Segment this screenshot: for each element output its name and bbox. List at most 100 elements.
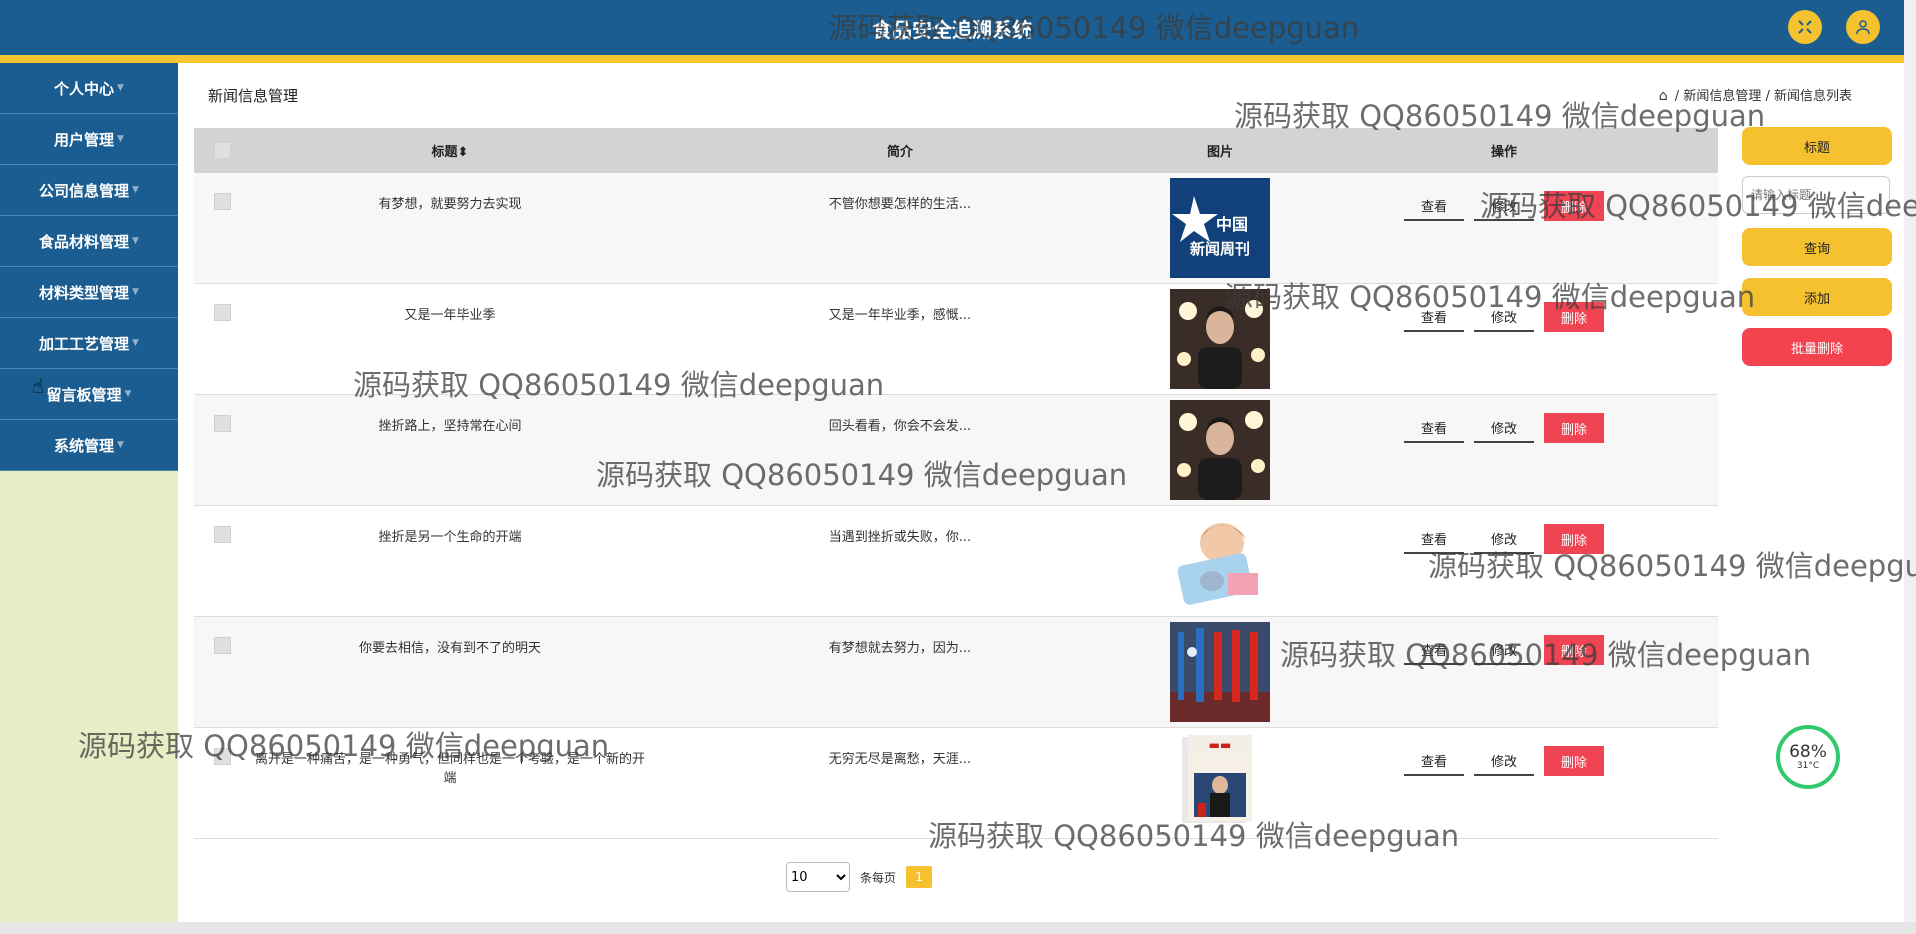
logo-line2: 新闻周刊 <box>1190 240 1250 258</box>
row-title: 有梦想，就要努力去实现 <box>378 197 522 212</box>
row-intro: 无穷无尽是离愁，天涯... <box>828 752 972 767</box>
chevron-down-icon: ▼ <box>117 134 124 144</box>
main-content: 新闻信息管理 ⌂ / 新闻信息管理 / 新闻信息列表 标题⬍ 简介 图片 操作 … <box>178 63 1904 934</box>
chevron-down-icon: ▼ <box>117 83 124 93</box>
sidebar-item-food-materials[interactable]: 食品材料管理 ▼ <box>0 216 178 267</box>
sidebar-item-user-management[interactable]: 用户管理 ▼ <box>0 114 178 165</box>
row-checkbox[interactable] <box>213 304 231 321</box>
chevron-down-icon: ▼ <box>124 389 132 399</box>
sidebar-item-message-board[interactable]: 留言板管理 ▼ <box>0 369 178 420</box>
row-checkbox[interactable] <box>213 748 231 765</box>
table-row: 挫折路上，坚持常在心间 回头看看，你会不会发... 查看 修改 删除 <box>194 395 1718 506</box>
news-image[interactable]: 中国新闻周刊 <box>1170 178 1270 278</box>
sidebar-item-material-types[interactable]: 材料类型管理 ▼ <box>0 267 178 318</box>
add-button[interactable]: 添加 <box>1742 278 1892 316</box>
column-header-ops: 操作 <box>1490 145 1517 160</box>
app-title: 食品安全追溯系统 <box>872 18 1032 42</box>
sidebar-item-label: 用户管理 <box>54 130 115 149</box>
query-button[interactable]: 查询 <box>1742 228 1892 266</box>
chevron-down-icon: ▼ <box>117 440 124 450</box>
view-button[interactable]: 查看 <box>1404 413 1464 443</box>
pagination: 10 条每页 1 <box>786 862 933 892</box>
edit-button[interactable]: 修改 <box>1474 413 1534 443</box>
sidebar-item-label: 食品材料管理 <box>39 232 130 251</box>
sidebar-item-label: 加工工艺管理 <box>39 334 130 353</box>
row-checkbox[interactable] <box>213 193 231 210</box>
view-button[interactable]: 查看 <box>1404 524 1464 554</box>
user-icon <box>1856 20 1870 35</box>
table-row: 有梦想，就要努力去实现 不管你想要怎样的生活... 中国新闻周刊 查看 修改 删… <box>194 173 1718 284</box>
chevron-down-icon: ▼ <box>132 338 139 348</box>
horizontal-scrollbar[interactable] <box>0 922 1916 934</box>
delete-button[interactable]: 删除 <box>1544 746 1604 776</box>
page-title: 新闻信息管理 <box>208 87 299 105</box>
chevron-down-icon: ▼ <box>132 287 139 297</box>
delete-button[interactable]: 删除 <box>1544 191 1604 221</box>
delete-button[interactable]: 删除 <box>1544 635 1604 665</box>
select-all-checkbox[interactable] <box>213 142 231 159</box>
table-row: 你要去相信，没有到不了的明天 有梦想就去努力，因为... 查看 修改 删除 <box>194 617 1718 728</box>
news-image[interactable]: ▬▬ <box>1170 733 1270 833</box>
page-number-button[interactable]: 1 <box>906 866 933 888</box>
search-input[interactable] <box>1742 176 1890 214</box>
per-page-label: 条每页 <box>860 870 897 885</box>
edit-button[interactable]: 修改 <box>1474 302 1534 332</box>
fullscreen-icon <box>1798 20 1812 34</box>
sidebar-item-processing[interactable]: 加工工艺管理 ▼ <box>0 318 178 369</box>
row-checkbox[interactable] <box>213 637 231 654</box>
row-title: 你要去相信，没有到不了的明天 <box>358 641 541 656</box>
edit-button[interactable]: 修改 <box>1474 635 1534 665</box>
gauge-percent: 68% <box>1789 742 1827 762</box>
mouse-cursor-icon: ☝ <box>32 374 45 398</box>
table-row: 又是一年毕业季 又是一年毕业季，感慨... 查看 修改 删除 <box>194 284 1718 395</box>
title-filter-button[interactable]: 标题 <box>1742 127 1892 165</box>
sidebar-item-company-info[interactable]: 公司信息管理 ▼ <box>0 165 178 216</box>
sidebar-item-label: 个人中心 <box>54 79 115 98</box>
sidebar-item-label: 材料类型管理 <box>39 283 130 302</box>
row-title: 挫折是另一个生命的开端 <box>378 530 522 545</box>
sidebar-item-label: 留言板管理 <box>46 385 122 404</box>
fullscreen-button[interactable] <box>1788 10 1822 44</box>
table-header: 标题⬍ 简介 图片 操作 <box>194 128 1718 173</box>
sidebar: 个人中心 ▼ 用户管理 ▼ 公司信息管理 ▼ 食品材料管理 ▼ 材料类型管理 ▼ 加工工艺… <box>0 63 178 934</box>
performance-gauge[interactable]: 68% 31°C <box>1776 725 1840 789</box>
delete-button[interactable]: 删除 <box>1544 524 1604 554</box>
edit-button[interactable]: 修改 <box>1474 524 1534 554</box>
row-title: 挫折路上，坚持常在心间 <box>378 419 522 434</box>
row-intro: 回头看看，你会不会发... <box>828 419 972 434</box>
sort-icon[interactable]: ⬍ <box>458 145 469 160</box>
view-button[interactable]: 查看 <box>1404 746 1464 776</box>
user-button[interactable] <box>1846 10 1880 44</box>
view-button[interactable]: 查看 <box>1404 191 1464 221</box>
sidebar-item-label: 系统管理 <box>54 436 115 455</box>
vertical-scrollbar[interactable] <box>1904 0 1916 922</box>
row-checkbox[interactable] <box>213 415 231 432</box>
delete-button[interactable]: 删除 <box>1544 302 1604 332</box>
row-checkbox[interactable] <box>213 526 231 543</box>
news-image[interactable] <box>1170 511 1270 611</box>
sidebar-item-label: 公司信息管理 <box>39 181 130 200</box>
news-image[interactable] <box>1170 622 1270 722</box>
chevron-down-icon: ▼ <box>132 236 139 246</box>
svg-text:▬▬: ▬▬ <box>1209 738 1232 752</box>
news-image[interactable] <box>1170 400 1270 500</box>
row-intro: 有梦想就去努力，因为... <box>828 641 972 656</box>
news-image[interactable] <box>1170 289 1270 389</box>
sidebar-item-system[interactable]: 系统管理 ▼ <box>0 420 178 471</box>
row-title: 又是一年毕业季 <box>404 308 496 323</box>
row-intro: 不管你想要怎样的生活... <box>828 197 972 212</box>
view-button[interactable]: 查看 <box>1404 302 1464 332</box>
breadcrumb-item: 新闻信息列表 <box>1773 89 1852 104</box>
page-size-select[interactable]: 10 <box>786 862 850 892</box>
batch-delete-button[interactable]: 批量删除 <box>1742 328 1892 366</box>
sidebar-item-personal-center[interactable]: 个人中心 ▼ <box>0 63 178 114</box>
column-header-title[interactable]: 标题⬍ <box>250 141 650 160</box>
gauge-temp: 31°C <box>1796 761 1820 771</box>
view-button[interactable]: 查看 <box>1404 635 1464 665</box>
home-icon[interactable]: ⌂ <box>1659 88 1668 104</box>
delete-button[interactable]: 删除 <box>1544 413 1604 443</box>
edit-button[interactable]: 修改 <box>1474 746 1534 776</box>
edit-button[interactable]: 修改 <box>1474 191 1534 221</box>
breadcrumb-item[interactable]: 新闻信息管理 <box>1683 89 1761 104</box>
logo-line1: 中国 <box>1216 215 1248 234</box>
